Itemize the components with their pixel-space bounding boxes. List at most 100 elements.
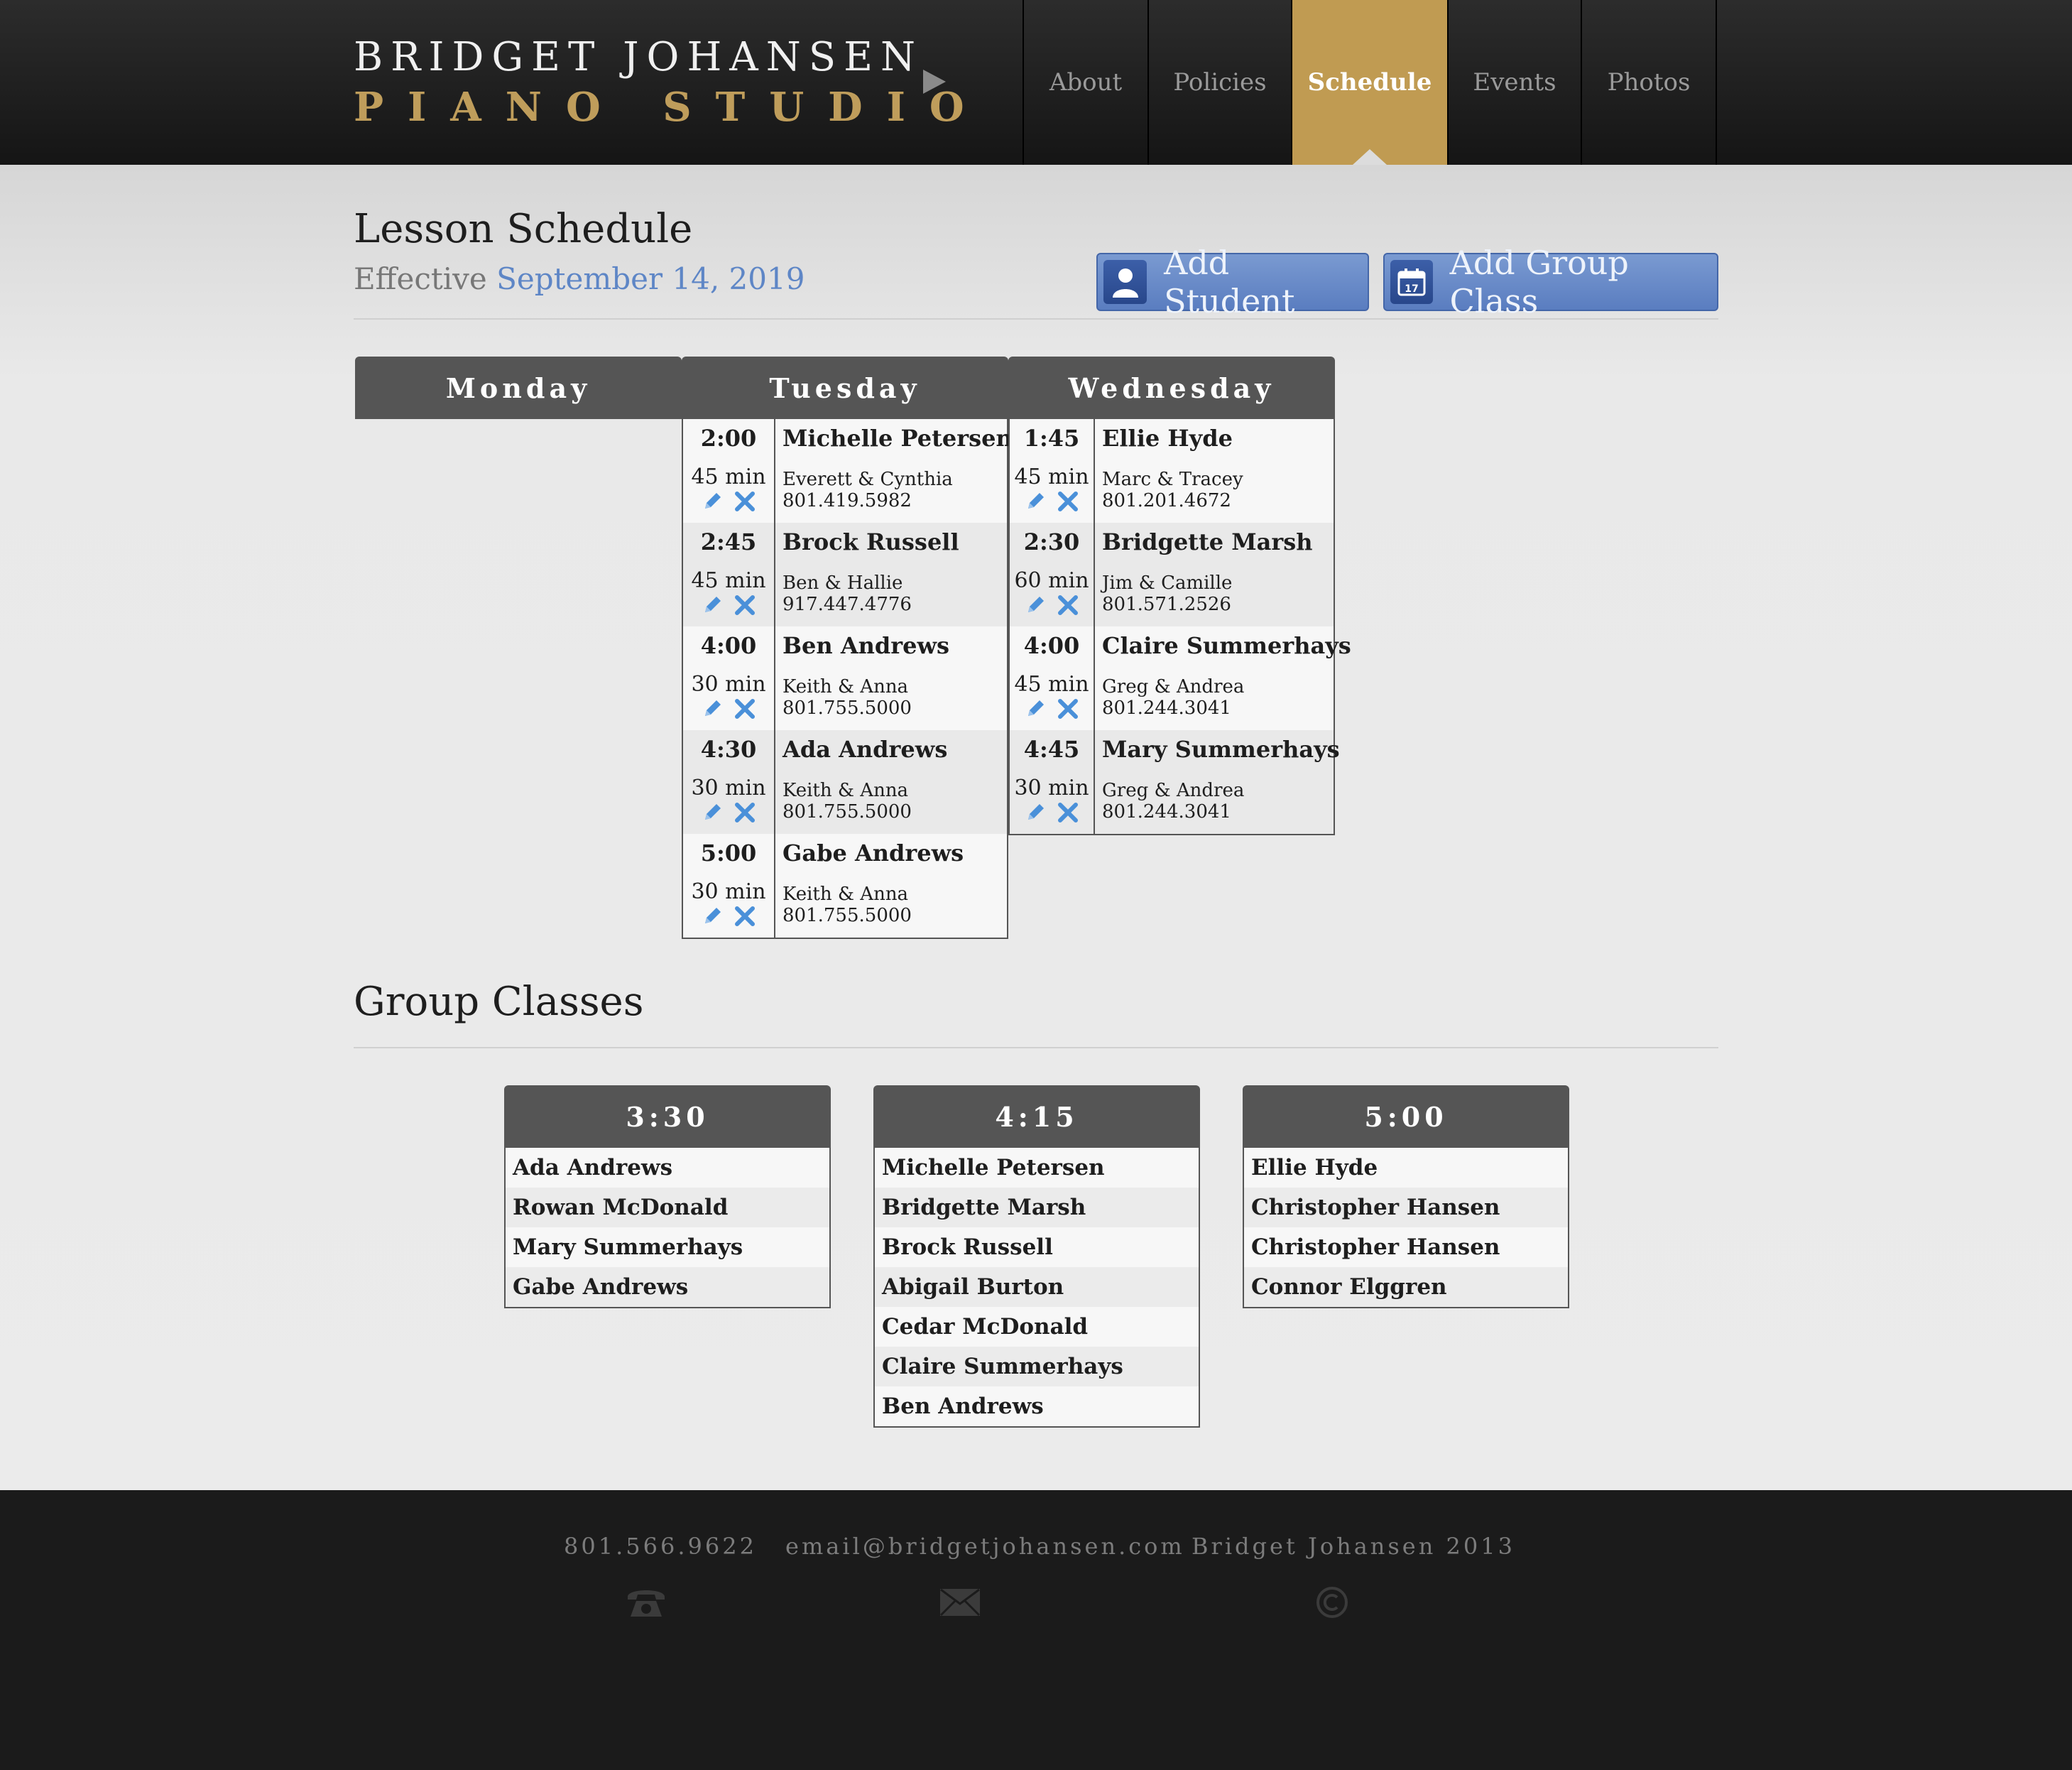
phone-number: 801.201.4672 bbox=[1102, 490, 1231, 511]
delete-icon[interactable] bbox=[734, 905, 756, 930]
add-group-class-button[interactable]: 17 Add Group Class bbox=[1383, 244, 1718, 320]
group-student: Rowan McDonald bbox=[506, 1188, 829, 1227]
group-student: Ada Andrews bbox=[506, 1148, 829, 1188]
group-class-time: 3:30 bbox=[504, 1085, 831, 1148]
edit-icon[interactable] bbox=[701, 905, 724, 930]
group-class-time: 5:00 bbox=[1243, 1085, 1569, 1148]
phone-number: 917.447.4776 bbox=[783, 594, 912, 615]
phone-number: 801.244.3041 bbox=[1102, 801, 1231, 822]
phone-number: 801.571.2526 bbox=[1102, 594, 1231, 615]
add-student-label: Add Student bbox=[1164, 244, 1295, 320]
parent-names: Ben & Hallie bbox=[783, 572, 903, 594]
student-name: Claire Summerhays bbox=[1102, 632, 1351, 659]
lesson-time: 4:30 bbox=[700, 736, 757, 763]
site-header: BRIDGET JOHANSEN PIANO STUDIO About Poli… bbox=[0, 0, 2072, 165]
logo-studio[interactable]: PIANO STUDIO bbox=[354, 84, 988, 131]
group-student: Bridgette Marsh bbox=[875, 1188, 1199, 1227]
edit-icon[interactable] bbox=[701, 697, 724, 723]
lesson-time: 4:00 bbox=[1023, 632, 1080, 659]
lesson-slot: 1:45 45 min Ellie Hyde Marc & Tracey 801… bbox=[1010, 419, 1334, 523]
add-student-button[interactable]: Add Student bbox=[1096, 244, 1369, 320]
divider bbox=[354, 318, 1718, 320]
lesson-duration: 30 min bbox=[1014, 776, 1089, 800]
group-student: Brock Russell bbox=[875, 1227, 1199, 1267]
delete-icon[interactable] bbox=[1057, 594, 1079, 619]
student-name: Ellie Hyde bbox=[1102, 425, 1233, 452]
group-student: Claire Summerhays bbox=[875, 1347, 1199, 1386]
lesson-time: 4:45 bbox=[1023, 736, 1080, 763]
group-class-list: Michelle Petersen Bridgette Marsh Brock … bbox=[873, 1148, 1200, 1428]
parent-names: Keith & Anna bbox=[783, 780, 909, 801]
edit-icon[interactable] bbox=[701, 594, 724, 619]
group-student: Abigail Burton bbox=[875, 1267, 1199, 1307]
student-name: Bridgette Marsh bbox=[1102, 528, 1313, 555]
lesson-slot: 2:30 60 min Bridgette Marsh Jim & Camill… bbox=[1010, 523, 1334, 626]
edit-icon[interactable] bbox=[1024, 594, 1047, 619]
day-header-tuesday: Tuesday bbox=[682, 357, 1008, 419]
logo-name[interactable]: BRIDGET JOHANSEN bbox=[354, 34, 923, 80]
edit-icon[interactable] bbox=[1024, 697, 1047, 723]
group-student: Michelle Petersen bbox=[875, 1148, 1199, 1188]
delete-icon[interactable] bbox=[734, 801, 756, 827]
calendar-icon: 17 bbox=[1390, 260, 1433, 304]
delete-icon[interactable] bbox=[1057, 697, 1079, 723]
play-icon bbox=[923, 70, 946, 94]
delete-icon[interactable] bbox=[734, 490, 756, 516]
day-header-monday: Monday bbox=[355, 357, 682, 419]
divider bbox=[354, 1047, 1718, 1048]
delete-icon[interactable] bbox=[1057, 801, 1079, 827]
footer-copyright: Bridget Johansen 2013 bbox=[1192, 1533, 1515, 1560]
parent-names: Greg & Andrea bbox=[1102, 676, 1245, 697]
phone-number: 801.755.5000 bbox=[783, 801, 912, 822]
group-class-list: Ada Andrews Rowan McDonald Mary Summerha… bbox=[504, 1148, 831, 1308]
lesson-duration: 45 min bbox=[1014, 672, 1089, 697]
phone-number: 801.244.3041 bbox=[1102, 697, 1231, 719]
parent-names: Everett & Cynthia bbox=[783, 469, 953, 490]
nav-events[interactable]: Events bbox=[1447, 0, 1581, 165]
effective-label: Effective bbox=[354, 261, 487, 296]
copyright-icon bbox=[1311, 1582, 1353, 1622]
edit-icon[interactable] bbox=[1024, 801, 1047, 827]
student-name: Ben Andrews bbox=[783, 632, 950, 659]
group-class-time: 4:15 bbox=[873, 1085, 1200, 1148]
lesson-duration: 30 min bbox=[691, 672, 766, 697]
edit-icon[interactable] bbox=[701, 490, 724, 516]
add-group-class-label: Add Group Class bbox=[1449, 244, 1629, 320]
edit-icon[interactable] bbox=[701, 801, 724, 827]
lesson-duration: 45 min bbox=[691, 465, 766, 489]
delete-icon[interactable] bbox=[1057, 490, 1079, 516]
parent-names: Keith & Anna bbox=[783, 676, 909, 697]
lesson-slot: 4:45 30 min Mary Summerhays Greg & Andre… bbox=[1010, 730, 1340, 834]
parent-names: Keith & Anna bbox=[783, 884, 909, 905]
group-student: Christopher Hansen bbox=[1244, 1188, 1568, 1227]
phone-number: 801.755.5000 bbox=[783, 905, 912, 926]
day-column-tuesday: 2:00 45 min Michelle Petersen Everett & … bbox=[682, 419, 1013, 939]
edit-icon[interactable] bbox=[1024, 490, 1047, 516]
student-name: Gabe Andrews bbox=[783, 840, 964, 867]
day-column-wednesday: 1:45 45 min Ellie Hyde Marc & Tracey 801… bbox=[1008, 419, 1351, 835]
effective-date-value: September 14, 2019 bbox=[496, 261, 805, 296]
nav-about[interactable]: About bbox=[1023, 0, 1147, 165]
lesson-duration: 45 min bbox=[691, 568, 766, 593]
delete-icon[interactable] bbox=[734, 594, 756, 619]
footer-email[interactable]: email@bridgetjohansen.com bbox=[785, 1533, 1185, 1560]
lesson-duration: 30 min bbox=[691, 776, 766, 800]
student-name: Michelle Petersen bbox=[783, 425, 1013, 452]
nav-schedule[interactable]: Schedule bbox=[1291, 0, 1447, 165]
footer-phone[interactable]: 801.566.9622 bbox=[564, 1533, 757, 1560]
lesson-time: 5:00 bbox=[700, 840, 757, 867]
group-student: Ben Andrews bbox=[875, 1386, 1199, 1426]
nav-photos[interactable]: Photos bbox=[1581, 0, 1717, 165]
nav-policies[interactable]: Policies bbox=[1147, 0, 1291, 165]
effective-date: Effective September 14, 2019 bbox=[354, 261, 805, 296]
lesson-time: 2:00 bbox=[700, 425, 757, 452]
student-name: Brock Russell bbox=[783, 528, 959, 555]
lesson-duration: 60 min bbox=[1014, 568, 1089, 593]
lesson-slot: 4:30 30 min Ada Andrews Keith & Anna 801… bbox=[683, 730, 1007, 834]
lesson-slot: 2:00 45 min Michelle Petersen Everett & … bbox=[683, 419, 1013, 523]
delete-icon[interactable] bbox=[734, 697, 756, 723]
student-name: Ada Andrews bbox=[783, 736, 948, 763]
lesson-duration: 45 min bbox=[1014, 465, 1089, 489]
group-class-list: Ellie Hyde Christopher Hansen Christophe… bbox=[1243, 1148, 1569, 1308]
lesson-slot: 4:00 30 min Ben Andrews Keith & Anna 801… bbox=[683, 626, 1007, 730]
